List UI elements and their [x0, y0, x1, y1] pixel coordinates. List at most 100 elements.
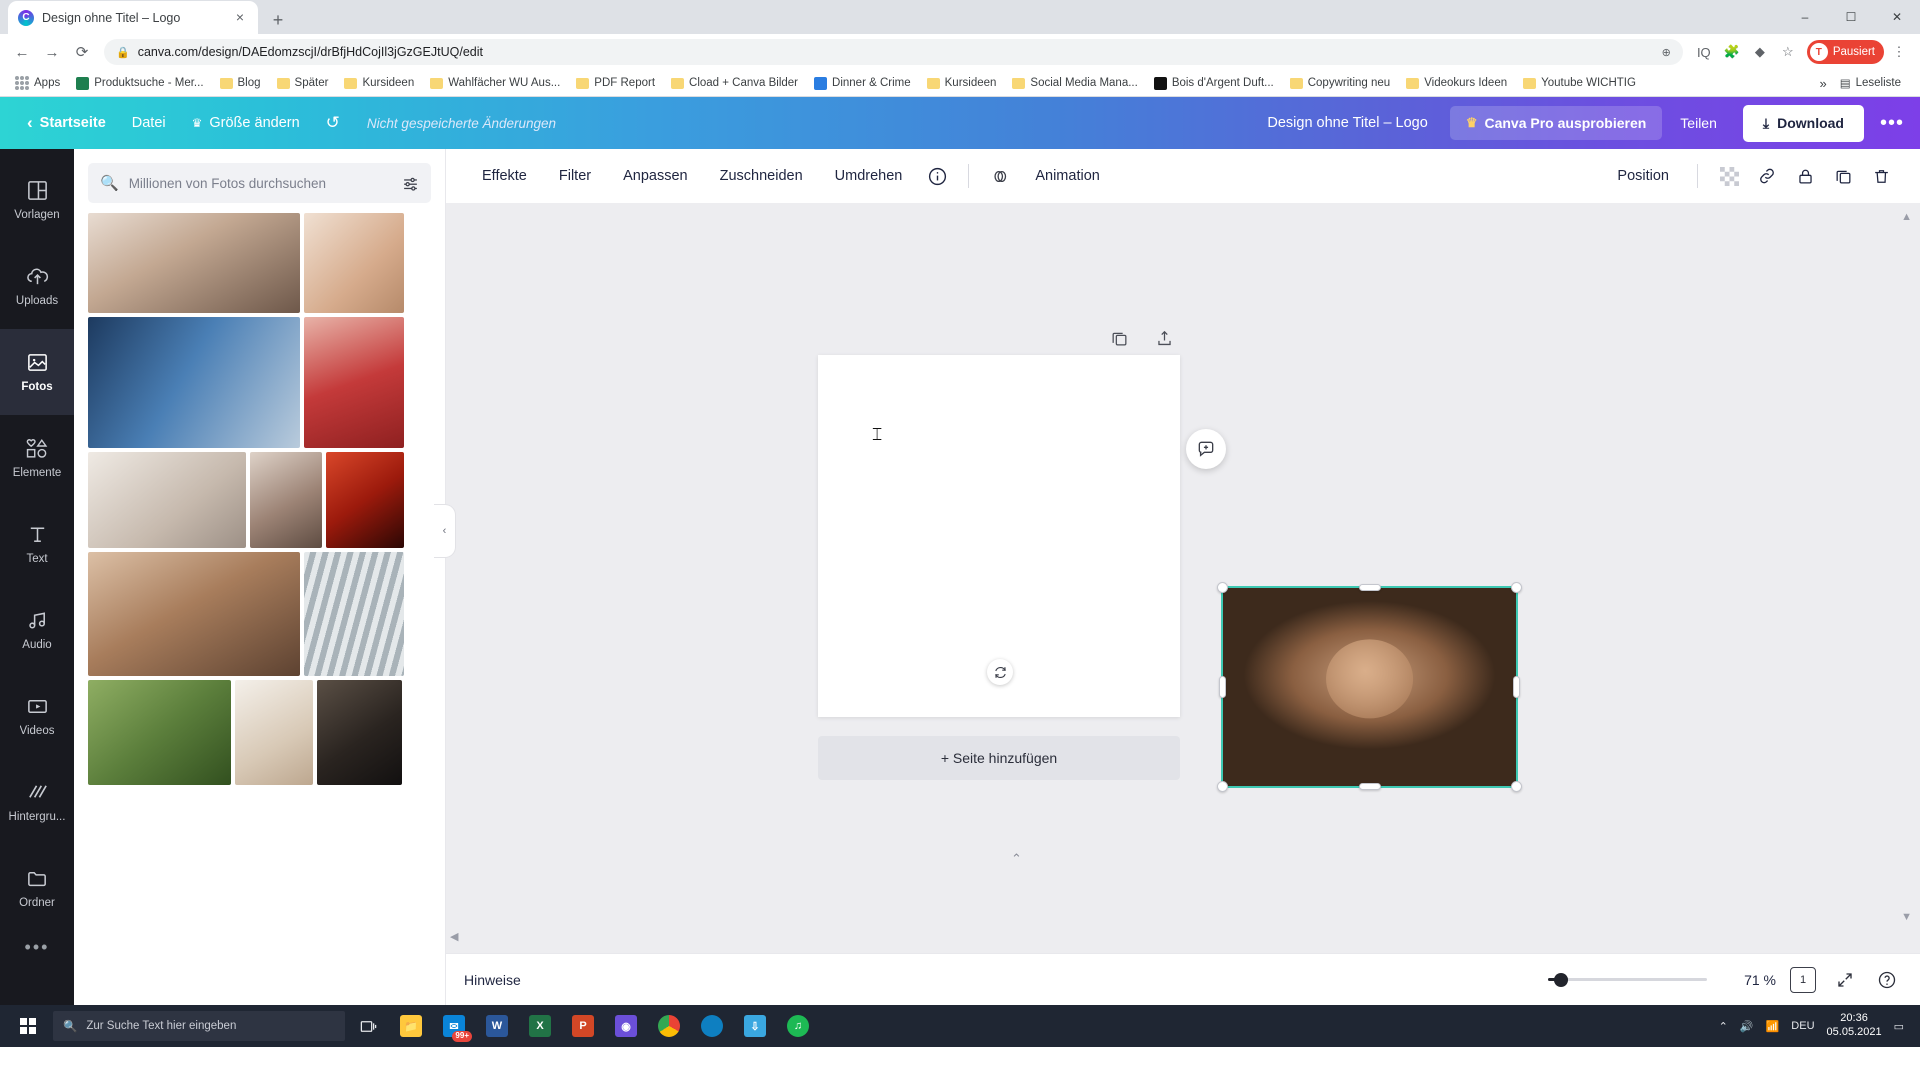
photo-thumb-woman-beige[interactable] — [235, 680, 313, 785]
sliders-icon[interactable] — [402, 175, 419, 192]
resize-handle-left[interactable] — [1219, 676, 1226, 698]
sidebar-item-hintergrund[interactable]: Hintergru... — [0, 759, 74, 845]
photo-thumb-red-light-portrait[interactable] — [326, 452, 404, 548]
language-indicator[interactable]: DEU — [1791, 1020, 1814, 1032]
tab-zuschneiden[interactable]: Zuschneiden — [706, 160, 817, 192]
position-button[interactable]: Position — [1603, 160, 1683, 192]
search-input[interactable]: 🔍 Millionen von Fotos durchsuchen — [88, 163, 431, 203]
extension-badge-icon[interactable]: ◆ — [1747, 39, 1773, 65]
bookmark-pdf-report[interactable]: PDF Report — [569, 74, 662, 92]
zoom-slider[interactable] — [1548, 972, 1716, 987]
resize-button[interactable]: ♛ Größe ändern — [179, 108, 313, 138]
tab-filter[interactable]: Filter — [545, 160, 605, 192]
taskbar-edge[interactable] — [692, 1005, 732, 1047]
trash-icon[interactable] — [1864, 159, 1898, 193]
chevron-up-icon[interactable]: ⌃ — [1011, 851, 1022, 867]
design-title[interactable]: Design ohne Titel – Logo — [1245, 115, 1449, 131]
add-comment-button[interactable] — [1186, 429, 1226, 469]
close-window-button[interactable]: ✕ — [1874, 0, 1920, 34]
browser-tab[interactable]: C Design ohne Titel – Logo × — [8, 1, 258, 34]
bookmark-videokurs[interactable]: Videokurs Ideen — [1399, 74, 1514, 92]
taskbar-powerpoint[interactable]: P — [563, 1005, 603, 1047]
photo-thumb-pastries[interactable] — [317, 680, 402, 785]
canvas-area[interactable]: ⌶ + Seite hinzufügen ⌃ ◀ ▲ ▼ — [446, 203, 1920, 953]
scroll-up-icon[interactable]: ▲ — [1901, 211, 1912, 223]
zoom-icon[interactable]: ⊕ — [1662, 46, 1671, 59]
photo-thumb-woman-praying[interactable] — [88, 452, 246, 548]
zoom-slider-knob[interactable] — [1554, 972, 1568, 987]
chevron-up-icon[interactable]: ⌃ — [1719, 1020, 1728, 1033]
address-bar[interactable]: 🔒 canva.com/design/DAEdomzscjI/drBfjHdCo… — [104, 39, 1683, 65]
taskbar-chrome[interactable] — [649, 1005, 689, 1047]
sidebar-item-audio[interactable]: Audio — [0, 587, 74, 673]
duplicate-page-icon[interactable] — [1110, 329, 1129, 352]
photo-thumb-dog-in-grass[interactable] — [88, 680, 231, 785]
share-button[interactable]: Teilen — [1662, 106, 1735, 140]
forward-icon[interactable]: → — [38, 38, 66, 66]
photo-thumb-abstract-lines[interactable] — [304, 552, 404, 676]
lock-icon[interactable] — [1788, 159, 1822, 193]
help-button[interactable] — [1872, 965, 1902, 995]
link-icon[interactable] — [1750, 159, 1784, 193]
selected-image[interactable] — [1217, 582, 1522, 792]
chrome-menu-icon[interactable]: ⋮ — [1886, 39, 1912, 65]
photo-thumb-short-hair-portrait[interactable] — [250, 452, 322, 548]
undo-button[interactable]: ↺ — [313, 106, 353, 140]
bookmark-bois-dargent[interactable]: Bois d'Argent Duft... — [1147, 74, 1281, 93]
photo-thumb-video-call[interactable] — [88, 317, 300, 448]
photo-thumb-curly-hair-woman[interactable] — [88, 552, 300, 676]
resize-handle-top-left[interactable] — [1217, 582, 1228, 593]
bookmark-kursideen-2[interactable]: Kursideen — [920, 74, 1004, 92]
taskbar-spotify[interactable]: ♫ — [778, 1005, 818, 1047]
sidebar-item-fotos[interactable]: Fotos — [0, 329, 74, 415]
bookmarks-overflow-icon[interactable]: » — [1820, 76, 1827, 91]
sidebar-item-vorlagen[interactable]: Vorlagen — [0, 157, 74, 243]
bookmark-blog[interactable]: Blog — [213, 74, 268, 92]
start-button[interactable] — [6, 1005, 50, 1047]
iq-extension-icon[interactable]: IQ — [1691, 39, 1717, 65]
notes-button[interactable]: Hinweise — [464, 972, 521, 988]
bookmark-produktsuche[interactable]: Produktsuche - Mer... — [69, 74, 210, 93]
tab-anpassen[interactable]: Anpassen — [609, 160, 702, 192]
sidebar-item-videos[interactable]: Videos — [0, 673, 74, 759]
home-button[interactable]: ‹ Startseite — [14, 106, 119, 140]
bookmark-cload-canva[interactable]: Cload + Canva Bilder — [664, 74, 805, 92]
photo-thumb-ballet-legs[interactable] — [88, 213, 300, 313]
resize-handle-bottom-left[interactable] — [1217, 781, 1228, 792]
info-circle-icon[interactable] — [920, 159, 954, 193]
bookmark-wahlfaecher[interactable]: Wahlfächer WU Aus... — [423, 74, 567, 92]
bookmark-copywriting[interactable]: Copywriting neu — [1283, 74, 1397, 92]
bookmark-kursideen-1[interactable]: Kursideen — [337, 74, 421, 92]
canva-pro-button[interactable]: ♛ Canva Pro ausprobieren — [1449, 106, 1663, 140]
reading-list-button[interactable]: ▤ Leseliste — [1833, 73, 1908, 93]
bookmark-dinner-crime[interactable]: Dinner & Crime — [807, 74, 918, 93]
taskbar-download-app[interactable]: ⇩ — [735, 1005, 775, 1047]
animation-label[interactable]: Animation — [1021, 160, 1113, 192]
resize-handle-top-right[interactable] — [1511, 582, 1522, 593]
download-button[interactable]: ⤓ Download — [1742, 104, 1864, 142]
reload-icon[interactable]: ⟳ — [68, 38, 96, 66]
tab-umdrehen[interactable]: Umdrehen — [821, 160, 917, 192]
sidebar-item-text[interactable]: Text — [0, 501, 74, 587]
tab-effekte[interactable]: Effekte — [468, 160, 541, 192]
rotate-button[interactable] — [987, 659, 1013, 685]
add-page-button[interactable]: + Seite hinzufügen — [818, 736, 1180, 780]
transparency-icon[interactable] — [1712, 159, 1746, 193]
photo-thumb-hand-closeup[interactable] — [304, 213, 404, 313]
taskbar-clock[interactable]: 20:36 05.05.2021 — [1827, 1012, 1882, 1040]
notification-icon[interactable]: ▭ — [1894, 1020, 1904, 1033]
close-tab-icon[interactable]: × — [232, 9, 248, 26]
photo-thumb-red-flowers[interactable] — [304, 317, 404, 448]
minimize-button[interactable]: – — [1782, 0, 1828, 34]
animation-icon[interactable] — [983, 159, 1017, 193]
duplicate-icon[interactable] — [1826, 159, 1860, 193]
taskbar-mail[interactable]: ✉ 99+ — [434, 1005, 474, 1047]
file-menu-button[interactable]: Datei — [119, 108, 179, 138]
resize-handle-top[interactable] — [1358, 584, 1381, 591]
scroll-left-icon[interactable]: ◀ — [450, 930, 458, 943]
extension-puzzle-icon[interactable]: 🧩 — [1719, 39, 1745, 65]
sidebar-more-button[interactable]: ••• — [0, 937, 74, 958]
bookmark-social-media[interactable]: Social Media Mana... — [1005, 74, 1144, 92]
bookmark-spaeter[interactable]: Später — [270, 74, 336, 92]
network-icon[interactable]: 📶 — [1766, 1020, 1780, 1033]
